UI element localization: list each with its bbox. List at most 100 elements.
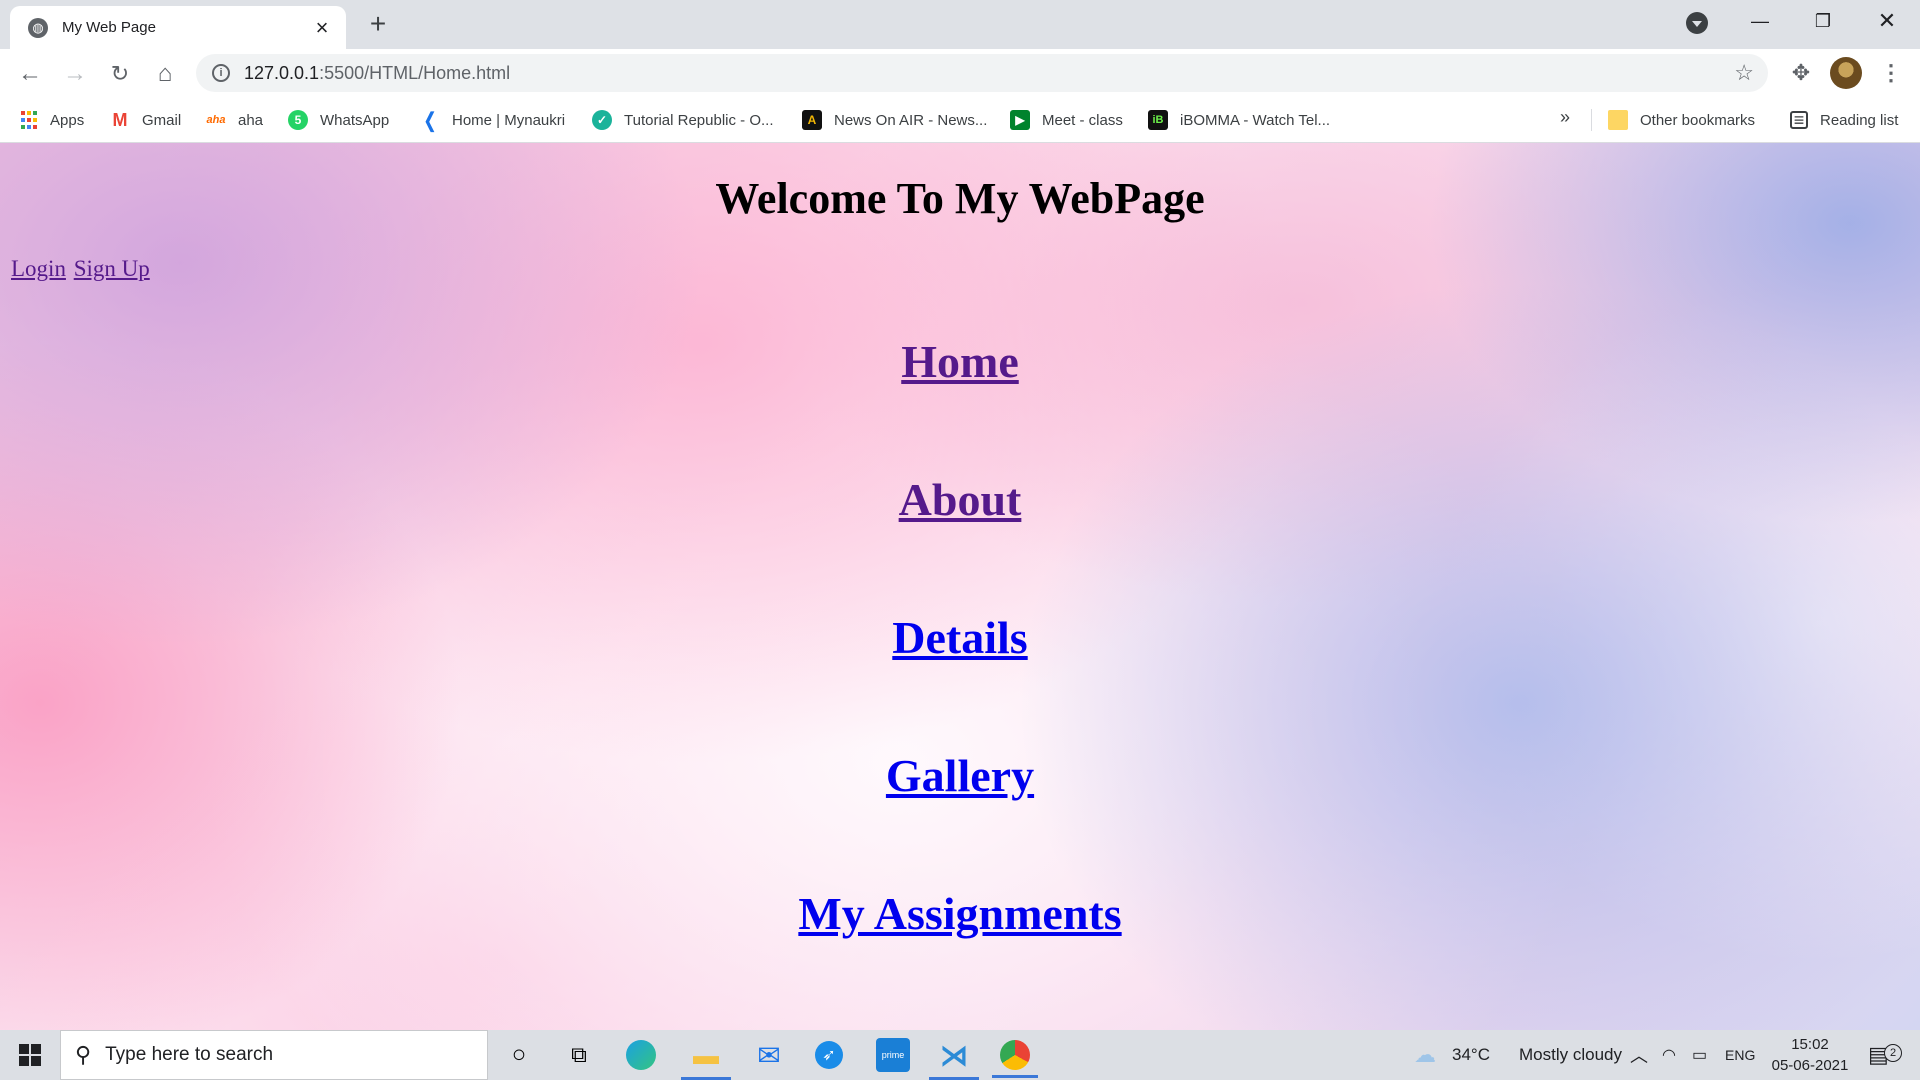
apps-grid-icon bbox=[20, 111, 38, 129]
mynaukri-icon: ❬ bbox=[420, 109, 440, 132]
url-path: :5500/HTML/Home.html bbox=[319, 62, 511, 83]
bookmark-label: Apps bbox=[50, 111, 85, 129]
nav-item-details: Details bbox=[0, 611, 1920, 664]
page-title: Welcome To My WebPage bbox=[715, 174, 1205, 223]
file-explorer-icon[interactable]: ▬ bbox=[681, 1038, 731, 1080]
bookmark-mynaukri[interactable]: ❬ Home | Mynaukri bbox=[420, 107, 565, 133]
chevron-up-icon[interactable]: ︿ bbox=[1630, 1030, 1648, 1080]
forward-arrow-icon[interactable]: → bbox=[59, 58, 91, 90]
home-link[interactable]: Home bbox=[901, 336, 1019, 387]
battery-icon[interactable]: ▭ bbox=[1692, 1030, 1707, 1080]
web-page-viewport: Welcome To My WebPage Login Sign Up Home… bbox=[0, 143, 1920, 1030]
clock-time: 15:02 bbox=[1791, 1036, 1829, 1053]
bookmark-ibomma[interactable]: iB iBOMMA - Watch Tel... bbox=[1148, 107, 1330, 133]
reading-list-label: Reading list bbox=[1820, 111, 1899, 129]
bookmark-label: Meet - class bbox=[1042, 111, 1123, 129]
nav-item-my-assignments: My Assignments bbox=[0, 887, 1920, 940]
wifi-icon[interactable]: ◠ bbox=[1662, 1030, 1676, 1080]
taskbar-clock[interactable]: 15:02 05-06-2021 bbox=[1762, 1034, 1858, 1076]
bookmark-label: Tutorial Republic - O... bbox=[624, 111, 774, 129]
url-text[interactable]: 127.0.0.1:5500/HTML/Home.html bbox=[244, 63, 510, 84]
gmail-icon: M bbox=[110, 110, 130, 130]
bookmark-label: WhatsApp bbox=[320, 111, 390, 129]
meet-icon: ▶ bbox=[1010, 110, 1030, 130]
bookmarks-divider bbox=[1591, 109, 1592, 131]
close-window-button[interactable]: ✕ bbox=[1864, 6, 1910, 36]
back-arrow-icon[interactable]: ← bbox=[14, 58, 46, 90]
task-view-icon[interactable]: ⧉ bbox=[562, 1038, 596, 1072]
browser-toolbar: ← → ↻ ⌂ i 127.0.0.1:5500/HTML/Home.html … bbox=[0, 49, 1920, 97]
mail-icon[interactable]: ✉ bbox=[752, 1038, 786, 1072]
weather-description[interactable]: Mostly cloudy bbox=[1519, 1030, 1622, 1080]
signup-link[interactable]: Sign Up bbox=[74, 256, 150, 281]
bookmark-tutorial-republic[interactable]: ✓ Tutorial Republic - O... bbox=[592, 107, 774, 133]
address-bar[interactable]: i 127.0.0.1:5500/HTML/Home.html ☆ bbox=[196, 54, 1768, 92]
weather-temp[interactable]: 34°C bbox=[1452, 1030, 1490, 1080]
bookmark-gmail[interactable]: M Gmail bbox=[110, 107, 181, 133]
url-host: 127.0.0.1 bbox=[244, 62, 320, 83]
clock-date: 05-06-2021 bbox=[1771, 1057, 1849, 1074]
weather-cloud-icon[interactable]: ☁ bbox=[1414, 1030, 1436, 1080]
reload-icon[interactable]: ↻ bbox=[104, 58, 136, 90]
minimize-button[interactable]: — bbox=[1737, 6, 1783, 36]
windows-logo-icon bbox=[19, 1044, 41, 1066]
bookmark-other[interactable]: Other bookmarks bbox=[1608, 107, 1755, 133]
tab-title: My Web Page bbox=[62, 19, 156, 36]
about-link[interactable]: About bbox=[899, 474, 1022, 525]
tutorial-republic-icon: ✓ bbox=[592, 110, 612, 130]
aha-icon: aha bbox=[206, 110, 226, 130]
bookmark-apps[interactable]: Apps bbox=[20, 107, 84, 133]
windows-taskbar: ⚲ Type here to search ○ ⧉ ▬ ✉ ➶ prime ⋊ … bbox=[0, 1030, 1920, 1080]
bookmark-label: Home | Mynaukri bbox=[452, 111, 566, 129]
auth-links: Login Sign Up bbox=[11, 256, 152, 282]
bookmark-star-icon[interactable]: ☆ bbox=[1734, 60, 1754, 86]
bookmark-label: Other bookmarks bbox=[1640, 111, 1756, 129]
browser-titlebar: ◍ My Web Page × + — ❐ ✕ bbox=[0, 0, 1920, 49]
profile-avatar[interactable] bbox=[1830, 57, 1862, 89]
gallery-link[interactable]: Gallery bbox=[886, 750, 1034, 801]
restore-button[interactable]: ❐ bbox=[1800, 6, 1846, 36]
bookmark-news-on-air[interactable]: A News On AIR - News... bbox=[802, 107, 987, 133]
new-tab-button[interactable]: + bbox=[364, 10, 392, 38]
vscode-icon[interactable]: ⋊ bbox=[929, 1038, 979, 1080]
login-link[interactable]: Login bbox=[11, 256, 66, 281]
language-indicator[interactable]: ENG bbox=[1725, 1030, 1755, 1080]
bookmark-label: aha bbox=[238, 111, 264, 129]
extensions-puzzle-icon[interactable]: ✥ bbox=[1786, 58, 1816, 88]
taskbar-search-box[interactable]: ⚲ Type here to search bbox=[60, 1030, 488, 1080]
bookmark-label: News On AIR - News... bbox=[834, 111, 988, 129]
close-tab-icon[interactable]: × bbox=[310, 15, 334, 40]
nav-item-about: About bbox=[0, 473, 1920, 526]
bookmarks-bar: Apps M Gmail aha aha 5 WhatsApp ❬ Home |… bbox=[0, 97, 1920, 143]
search-icon: ⚲ bbox=[75, 1042, 92, 1067]
notification-count-badge: 2 bbox=[1884, 1044, 1902, 1062]
browser-tab[interactable]: ◍ My Web Page × bbox=[10, 6, 346, 49]
cortana-icon[interactable]: ○ bbox=[502, 1038, 536, 1072]
bookmark-meet[interactable]: ▶ Meet - class bbox=[1010, 107, 1123, 133]
start-button[interactable] bbox=[0, 1030, 60, 1080]
whatsapp-icon: 5 bbox=[288, 110, 308, 130]
bookmark-label: Gmail bbox=[142, 111, 182, 129]
tab-search-button[interactable] bbox=[1686, 12, 1708, 34]
site-info-icon[interactable]: i bbox=[212, 64, 230, 82]
more-bookmarks-chevron-icon[interactable]: » bbox=[1560, 107, 1570, 128]
home-icon[interactable]: ⌂ bbox=[149, 58, 181, 90]
ibomma-icon: iB bbox=[1148, 110, 1168, 130]
bookmark-aha[interactable]: aha aha bbox=[206, 107, 263, 133]
reading-list-icon: ≡ bbox=[1790, 110, 1808, 130]
edge-browser-icon[interactable] bbox=[626, 1040, 656, 1070]
my-assignments-link[interactable]: My Assignments bbox=[798, 888, 1121, 939]
nav-item-home: Home bbox=[0, 335, 1920, 388]
safari-compass-icon[interactable]: ➶ bbox=[815, 1041, 843, 1069]
folder-icon bbox=[1608, 110, 1628, 130]
globe-icon: ◍ bbox=[28, 17, 48, 38]
chrome-icon[interactable] bbox=[992, 1040, 1038, 1078]
reading-list-button[interactable]: ≡ Reading list bbox=[1790, 107, 1898, 133]
news-on-air-icon: A bbox=[802, 110, 822, 130]
more-menu-icon[interactable]: ⋮ bbox=[1876, 58, 1906, 88]
nav-item-gallery: Gallery bbox=[0, 749, 1920, 802]
details-link[interactable]: Details bbox=[892, 612, 1027, 663]
bookmark-whatsapp[interactable]: 5 WhatsApp bbox=[288, 107, 389, 133]
bookmark-label: iBOMMA - Watch Tel... bbox=[1180, 111, 1331, 129]
prime-video-icon[interactable]: prime bbox=[876, 1038, 910, 1072]
